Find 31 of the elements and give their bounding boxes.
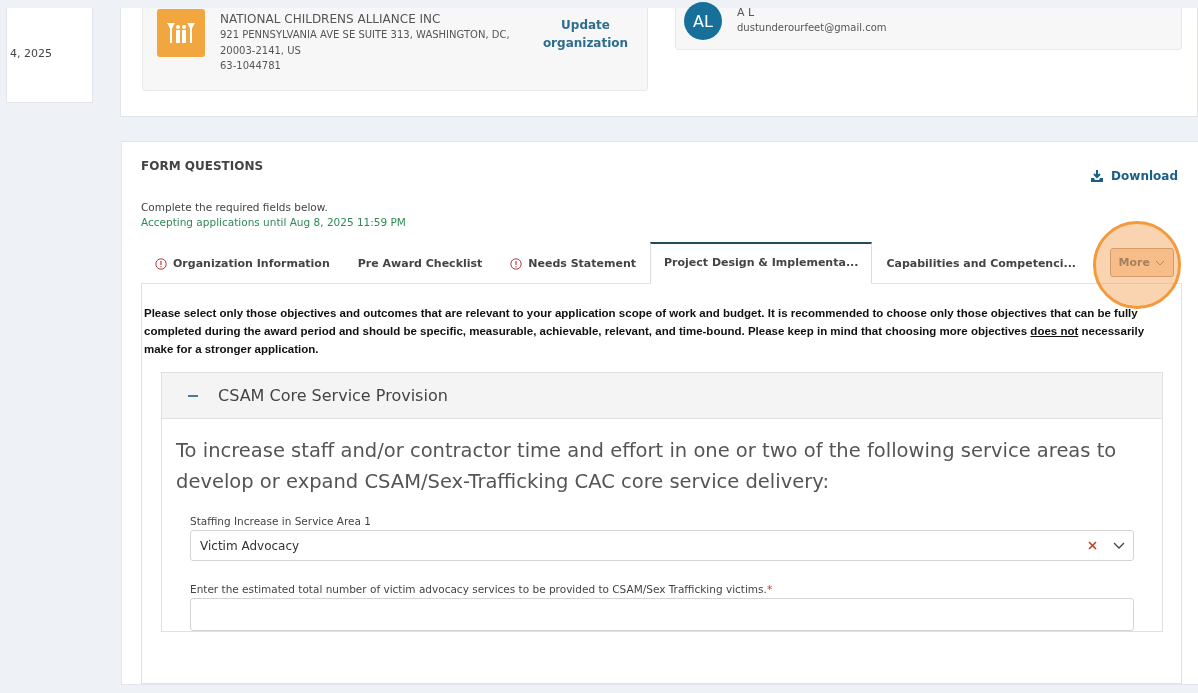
accordion-header[interactable]: CSAM Core Service Provision <box>162 373 1162 419</box>
accordion-title: CSAM Core Service Provision <box>218 386 448 405</box>
update-organization-link[interactable]: Update organization <box>538 16 633 52</box>
instruction-text: Complete the required fields below. <box>141 201 329 213</box>
section-title: FORM QUESTIONS <box>141 159 264 173</box>
contact-email: dustunderourfeet@gmail.com <box>737 22 887 33</box>
tab[interactable]: Needs Statement <box>496 243 651 284</box>
download-icon <box>1090 169 1105 183</box>
tab[interactable]: Pre Award Checklist <box>343 243 497 284</box>
clear-icon[interactable] <box>1088 541 1097 550</box>
chevron-down-icon <box>1113 542 1125 549</box>
date-text: 4, 2025 <box>10 47 53 60</box>
dropdown-field[interactable]: Victim Advocacy <box>190 530 1134 561</box>
deadline-text: Accepting applications until Aug 8, 2025 11:59 PM <box>141 216 407 228</box>
notice-paragraph: Please select only those objectives and outcomes that are relevant to your application scope of work and budget. It is recommended to choose only those objectives that can be fully completed during the award period and should be specific, measurable, achievable, relevant, and time-bound. Please keep in mind that choosing more objectives does not necessarily make for a stronger application. <box>144 306 1146 357</box>
contact-name: A L <box>737 6 756 19</box>
tab[interactable]: Capabilities and Competenci... <box>872 243 1091 284</box>
ein-text: 63-1044781 <box>220 59 282 73</box>
objective-heading: To increase staff and/or contractor time and effort in one or two of the following service areas to develop or expand CSAM/Sex-Trafficking CAC core service delivery: <box>176 438 1118 495</box>
chevron-down-icon <box>1155 259 1165 266</box>
address-text: 20003-2141, US <box>220 43 302 58</box>
input-field[interactable] <box>190 598 1134 631</box>
field-label: Enter the estimated total number of victim advocacy services to be provided to CSAM/Sex Trafficking victims.* <box>190 583 774 595</box>
tab[interactable]: Organization Information <box>141 243 344 284</box>
address-text: 921 PENNSYLVANIA AVE SE SUITE 313, WASHINGTON, DC, <box>220 28 511 42</box>
tab[interactable]: Project Design & Implementa... <box>650 242 873 284</box>
organization-name: NATIONAL CHILDRENS ALLIANCE INC <box>220 11 442 27</box>
avatar: AL <box>684 2 722 40</box>
download-link[interactable]: Download <box>1090 169 1178 183</box>
field-label: Staffing Increase in Service Area 1 <box>190 515 373 527</box>
download-label: Download <box>1111 169 1178 183</box>
